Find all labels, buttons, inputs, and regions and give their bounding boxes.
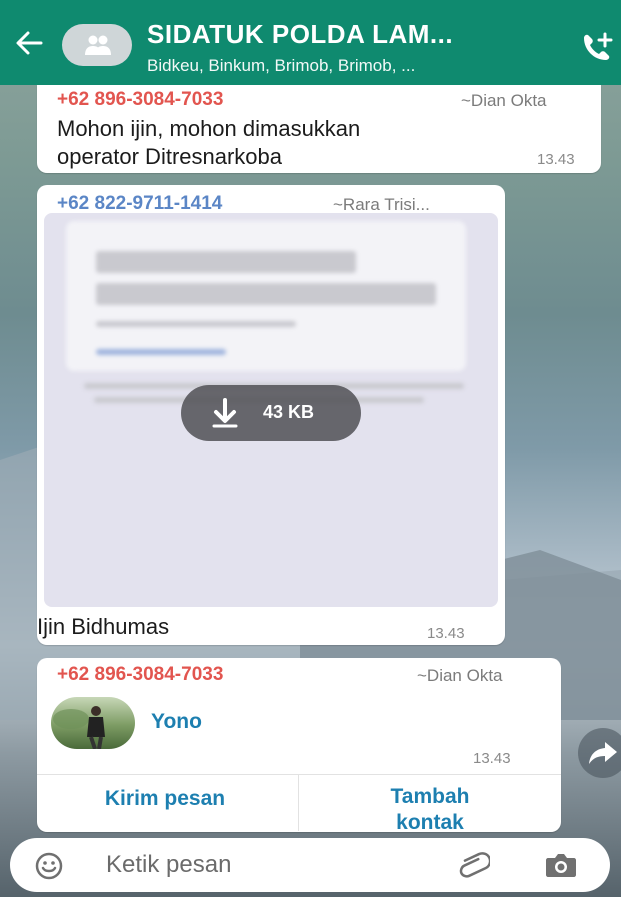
message-time: 13.43: [473, 750, 511, 767]
group-avatar-icon[interactable]: [62, 24, 132, 66]
paperclip-icon[interactable]: [458, 850, 490, 880]
message-text-line: Mohon ijin, mohon dimasukkan: [57, 116, 361, 141]
sender-phone[interactable]: +62 896-3084-7033: [57, 89, 223, 111]
doc-line: [96, 321, 296, 327]
sender-name: ~Dian Okta: [417, 666, 503, 685]
doc-line: [96, 251, 356, 273]
contact-name[interactable]: Yono: [151, 710, 202, 734]
add-contact-label: Tambah: [390, 785, 470, 808]
chat-header: SIDATUK POLDA LAM... Bidkeu, Binkum, Bri…: [0, 0, 621, 85]
blurred-document-thumbnail: [66, 221, 466, 371]
card-divider: [298, 775, 299, 831]
back-arrow-icon[interactable]: [14, 28, 46, 58]
doc-line: [96, 283, 436, 305]
message-composer: [10, 838, 610, 892]
download-arrow-icon: [212, 398, 238, 428]
group-title[interactable]: SIDATUK POLDA LAM...: [147, 19, 557, 50]
add-contact-label: kontak: [396, 811, 464, 834]
group-members[interactable]: Bidkeu, Binkum, Brimob, Brimob, ...: [147, 56, 567, 76]
download-size: 43 KB: [263, 402, 315, 422]
sender-phone[interactable]: +62 822-9711-1414: [57, 193, 222, 215]
card-divider: [37, 774, 561, 775]
camera-icon[interactable]: [545, 852, 577, 878]
contact-avatar[interactable]: [51, 697, 135, 749]
sender-phone[interactable]: +62 896-3084-7033: [57, 664, 223, 686]
send-message-button[interactable]: Kirim pesan: [60, 786, 270, 812]
sender-name: ~Rara Trisi...: [333, 195, 430, 214]
emoji-icon[interactable]: [34, 851, 64, 881]
download-button[interactable]: 43 KB: [181, 385, 361, 441]
message-bubble[interactable]: +62 896-3084-7033 ~Dian Okta Mohon ijin,…: [37, 85, 601, 173]
image-caption: Ijin Bidhumas: [37, 614, 170, 639]
message-text-line: operator Ditresnarkoba: [57, 144, 283, 169]
add-contact-button[interactable]: Tambah kontak: [330, 784, 530, 836]
forward-button[interactable]: [578, 728, 621, 778]
message-time: 13.43: [427, 625, 465, 642]
add-call-icon[interactable]: [580, 32, 614, 62]
message-time: 13.43: [537, 151, 575, 168]
forward-icon: [589, 742, 617, 764]
sender-name: ~Dian Okta: [461, 91, 547, 110]
doc-line: [96, 349, 226, 355]
message-input[interactable]: [106, 849, 436, 881]
message-text: Mohon ijin, mohon dimasukkan operator Di…: [57, 115, 577, 171]
